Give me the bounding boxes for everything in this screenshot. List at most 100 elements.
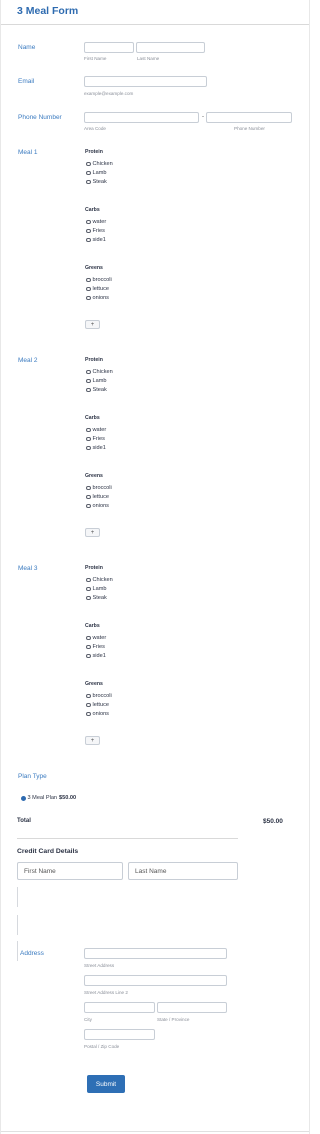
last-name-input[interactable] xyxy=(136,42,205,53)
greens-title: Greens xyxy=(85,265,103,271)
submit-button[interactable]: Submit xyxy=(87,1075,125,1093)
radio-button[interactable] xyxy=(86,170,91,176)
greens-title: Greens xyxy=(85,681,103,687)
greens-title: Greens xyxy=(85,473,103,479)
radio-button[interactable] xyxy=(86,161,91,167)
total-label: Total xyxy=(17,818,31,824)
radio-button[interactable] xyxy=(86,635,91,641)
radio-button[interactable] xyxy=(86,445,91,451)
radio-option-greens[interactable]: onions xyxy=(86,502,109,510)
radio-option-greens[interactable]: broccoli xyxy=(86,276,112,284)
radio-option-protein[interactable]: Steak xyxy=(86,594,107,602)
radio-button[interactable] xyxy=(86,228,91,234)
radio-button[interactable] xyxy=(86,295,91,301)
payment-frame-line xyxy=(17,941,18,961)
radio-button[interactable] xyxy=(86,378,91,384)
cc-last-name-input[interactable]: Last Name xyxy=(128,862,238,880)
radio-option-carbs[interactable]: water xyxy=(86,218,106,226)
radio-option-greens[interactable]: onions xyxy=(86,710,109,718)
radio-button[interactable] xyxy=(86,179,91,185)
last-name-sublabel: Last Name xyxy=(137,56,160,61)
area-code-input[interactable] xyxy=(84,112,199,123)
radio-option-protein[interactable]: Chicken xyxy=(86,576,113,584)
radio-option-carbs[interactable]: water xyxy=(86,634,106,642)
street-address-sublabel: Street Address xyxy=(84,963,115,968)
add-item-button[interactable]: + xyxy=(85,736,100,745)
radio-button[interactable] xyxy=(86,693,91,699)
radio-button[interactable] xyxy=(86,286,91,292)
radio-option-protein[interactable]: Chicken xyxy=(86,368,113,376)
radio-option-label: Chicken xyxy=(92,577,113,583)
radio-option-label: Fries xyxy=(92,644,105,650)
radio-option-greens[interactable]: lettuce xyxy=(86,285,109,293)
meal-label: Meal 3 xyxy=(18,565,38,572)
radio-option-carbs[interactable]: Fries xyxy=(86,643,105,651)
phone-dash: - xyxy=(202,114,204,120)
protein-title: Protein xyxy=(85,149,103,155)
radio-button[interactable] xyxy=(86,369,91,375)
radio-option-carbs[interactable]: side1 xyxy=(86,444,106,452)
first-name-sublabel: First Name xyxy=(84,56,107,61)
state-input[interactable] xyxy=(157,1002,227,1013)
carbs-title: Carbs xyxy=(85,415,100,421)
radio-option-label: side1 xyxy=(92,653,106,659)
radio-option-greens[interactable]: onions xyxy=(86,294,109,302)
zip-input[interactable] xyxy=(84,1029,155,1040)
radio-button[interactable] xyxy=(86,653,91,659)
phone-number-input[interactable] xyxy=(206,112,292,123)
radio-button[interactable] xyxy=(86,595,91,601)
plan-option[interactable]: 3 Meal Plan $50.00 xyxy=(21,795,76,801)
radio-button[interactable] xyxy=(86,711,91,717)
radio-button[interactable] xyxy=(86,485,91,491)
radio-option-protein[interactable]: Lamb xyxy=(86,585,107,593)
radio-option-protein[interactable]: Lamb xyxy=(86,377,107,385)
radio-button[interactable] xyxy=(86,219,91,225)
radio-option-greens[interactable]: lettuce xyxy=(86,493,109,501)
radio-button[interactable] xyxy=(86,577,91,583)
radio-option-label: lettuce xyxy=(92,702,109,708)
radio-button[interactable] xyxy=(86,427,91,433)
radio-option-protein[interactable]: Steak xyxy=(86,178,107,186)
radio-button[interactable] xyxy=(86,494,91,500)
street-address-2-input[interactable] xyxy=(84,975,227,986)
radio-option-protein[interactable]: Steak xyxy=(86,386,107,394)
radio-option-carbs[interactable]: Fries xyxy=(86,435,105,443)
email-input[interactable] xyxy=(84,76,207,87)
radio-button[interactable] xyxy=(86,436,91,442)
radio-option-carbs[interactable]: water xyxy=(86,426,106,434)
radio-option-label: Fries xyxy=(92,436,105,442)
radio-option-label: onions xyxy=(92,711,109,717)
radio-button[interactable] xyxy=(86,503,91,509)
radio-option-label: Chicken xyxy=(92,369,113,375)
radio-button[interactable] xyxy=(86,237,91,243)
radio-option-label: Chicken xyxy=(92,161,113,167)
radio-option-protein[interactable]: Chicken xyxy=(86,160,113,168)
city-input[interactable] xyxy=(84,1002,155,1013)
radio-option-greens[interactable]: lettuce xyxy=(86,701,109,709)
first-name-input[interactable] xyxy=(84,42,134,53)
cc-first-name-input[interactable]: First Name xyxy=(17,862,123,880)
radio-button[interactable] xyxy=(86,387,91,393)
form-page: 3 Meal Form Name First Name Last Name Em… xyxy=(0,0,310,1134)
radio-option-carbs[interactable]: side1 xyxy=(86,236,106,244)
radio-option-protein[interactable]: Lamb xyxy=(86,169,107,177)
meal-label: Meal 2 xyxy=(18,357,38,364)
radio-option-carbs[interactable]: side1 xyxy=(86,652,106,660)
radio-button[interactable] xyxy=(86,277,91,283)
street-address-input[interactable] xyxy=(84,948,227,959)
radio-option-greens[interactable]: broccoli xyxy=(86,484,112,492)
radio-option-carbs[interactable]: Fries xyxy=(86,227,105,235)
radio-option-label: broccoli xyxy=(92,485,112,491)
add-item-button[interactable]: + xyxy=(85,528,100,537)
email-sublabel: example@example.com xyxy=(84,91,134,96)
radio-option-label: water xyxy=(92,219,107,225)
city-sublabel: City xyxy=(84,1017,92,1022)
radio-button[interactable] xyxy=(86,644,91,650)
radio-button[interactable] xyxy=(86,586,91,592)
radio-button[interactable] xyxy=(86,702,91,708)
radio-option-greens[interactable]: broccoli xyxy=(86,692,112,700)
add-item-button[interactable]: + xyxy=(85,320,100,329)
title-divider xyxy=(1,24,309,25)
plan-radio-selected[interactable] xyxy=(21,795,26,801)
radio-option-label: Lamb xyxy=(92,378,107,384)
